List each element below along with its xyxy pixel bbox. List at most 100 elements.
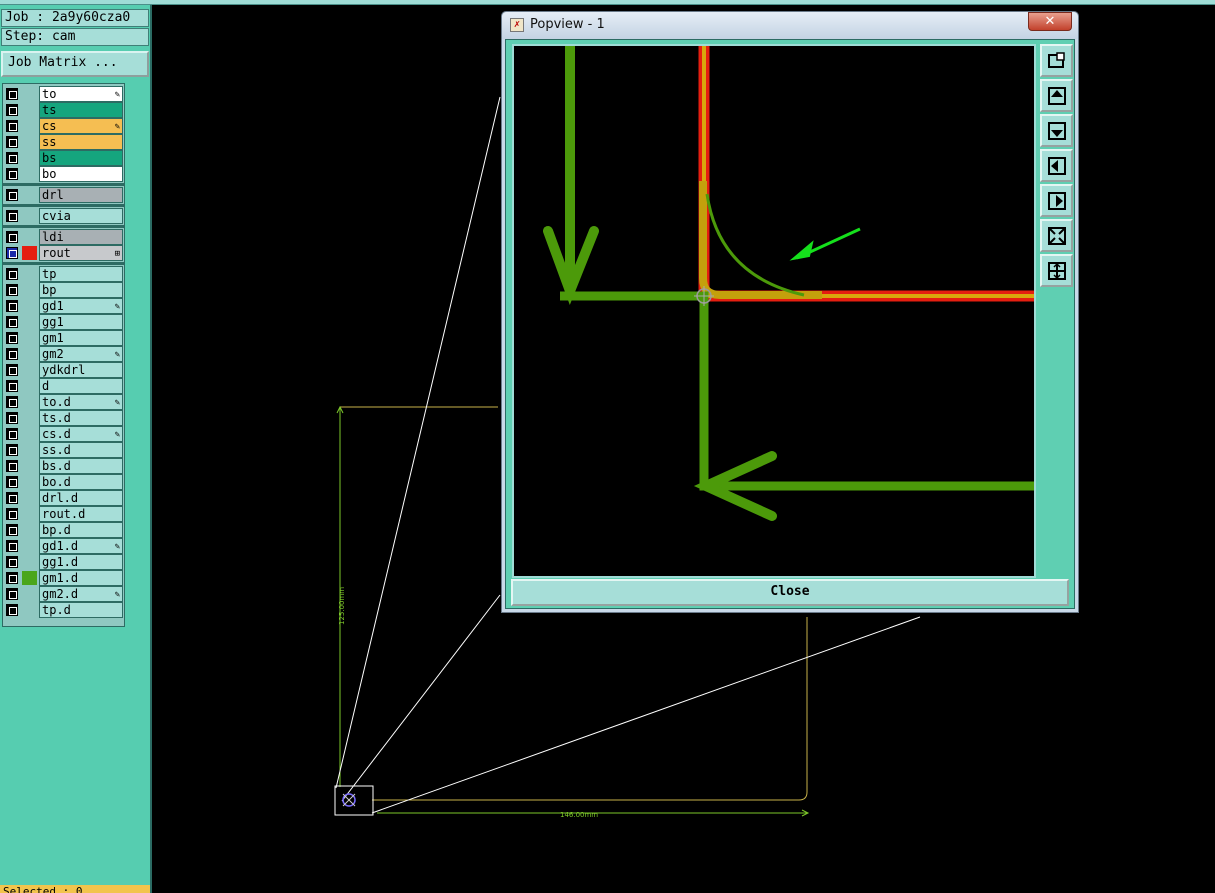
layer-checkbox[interactable] [6, 508, 18, 520]
layer-checkbox[interactable] [6, 604, 18, 616]
layer-checkbox[interactable] [6, 492, 18, 504]
window-close-button[interactable]: ✕ [1028, 12, 1072, 31]
layer-row-to[interactable]: to ✎ [3, 86, 124, 102]
layer-checkbox[interactable] [6, 556, 18, 568]
layer-checkbox[interactable] [6, 88, 18, 100]
layer-name[interactable]: gm1.d [39, 570, 123, 586]
layer-name[interactable]: gm2 ✎ [39, 346, 123, 362]
popview-canvas[interactable] [512, 44, 1036, 578]
layer-row-bs[interactable]: bs [3, 150, 124, 166]
layer-name[interactable]: tp.d [39, 602, 123, 618]
layer-checkbox[interactable] [6, 476, 18, 488]
layer-checkbox[interactable] [6, 460, 18, 472]
layer-row-gg1[interactable]: gg1 [3, 314, 124, 330]
layer-row-cs-d[interactable]: cs.d ✎ [3, 426, 124, 442]
layer-checkbox[interactable] [6, 524, 18, 536]
layer-row-drl-d[interactable]: drl.d [3, 490, 124, 506]
layer-row-gm2-d[interactable]: gm2.d ✎ [3, 586, 124, 602]
layer-row-bo-d[interactable]: bo.d [3, 474, 124, 490]
pan-down-button[interactable] [1040, 114, 1073, 147]
layer-name[interactable]: drl.d [39, 490, 123, 506]
layer-name[interactable]: ts [39, 102, 123, 118]
layer-name[interactable]: gg1.d [39, 554, 123, 570]
layer-row-ss-d[interactable]: ss.d [3, 442, 124, 458]
zoom-in-button[interactable] [1040, 219, 1073, 252]
layer-name[interactable]: ss.d [39, 442, 123, 458]
layer-name[interactable]: rout.d [39, 506, 123, 522]
layer-checkbox[interactable] [6, 332, 18, 344]
layer-checkbox[interactable] [6, 444, 18, 456]
layer-checkbox[interactable] [6, 189, 18, 201]
pan-left-button[interactable] [1040, 149, 1073, 182]
layer-name[interactable]: bo [39, 166, 123, 182]
layer-row-gd1[interactable]: gd1 ✎ [3, 298, 124, 314]
zoom-home-button[interactable] [1040, 44, 1073, 77]
layer-name[interactable]: ydkdrl [39, 362, 123, 378]
layer-row-cs[interactable]: cs ✎ [3, 118, 124, 134]
layer-row-ydkdrl[interactable]: ydkdrl [3, 362, 124, 378]
job-matrix-button[interactable]: Job Matrix ... [1, 51, 149, 77]
layer-checkbox[interactable] [6, 316, 18, 328]
layer-row-ts-d[interactable]: ts.d [3, 410, 124, 426]
layer-checkbox[interactable] [6, 428, 18, 440]
layer-name[interactable]: ts.d [39, 410, 123, 426]
layer-checkbox[interactable] [6, 104, 18, 116]
layer-row-gm2[interactable]: gm2 ✎ [3, 346, 124, 362]
layer-checkbox[interactable] [6, 168, 18, 180]
layer-checkbox[interactable] [6, 268, 18, 280]
layer-checkbox[interactable] [6, 572, 18, 584]
layer-row-ldi[interactable]: ldi [3, 229, 124, 245]
layer-checkbox[interactable] [6, 412, 18, 424]
layer-checkbox[interactable] [6, 152, 18, 164]
layer-checkbox[interactable] [6, 231, 18, 243]
layer-name[interactable]: gg1 [39, 314, 123, 330]
layer-row-to-d[interactable]: to.d ✎ [3, 394, 124, 410]
layer-row-gd1-d[interactable]: gd1.d ✎ [3, 538, 124, 554]
layer-row-bs-d[interactable]: bs.d [3, 458, 124, 474]
layer-checkbox[interactable] [6, 210, 18, 222]
layer-checkbox[interactable] [6, 380, 18, 392]
pan-up-button[interactable] [1040, 79, 1073, 112]
layer-row-gm1[interactable]: gm1 [3, 330, 124, 346]
layer-row-cvia[interactable]: cvia [3, 208, 124, 224]
layer-name[interactable]: d [39, 378, 123, 394]
layer-row-bo[interactable]: bo [3, 166, 124, 182]
layer-row-ts[interactable]: ts [3, 102, 124, 118]
layer-name[interactable]: gd1.d ✎ [39, 538, 123, 554]
layer-name[interactable]: ldi [39, 229, 123, 245]
layer-row-bp-d[interactable]: bp.d [3, 522, 124, 538]
layer-checkbox[interactable] [6, 120, 18, 132]
layer-name[interactable]: gd1 ✎ [39, 298, 123, 314]
layer-name[interactable]: rout ⊞ [39, 245, 123, 261]
layer-checkbox[interactable] [6, 136, 18, 148]
layer-name[interactable]: ss [39, 134, 123, 150]
layer-row-tp-d[interactable]: tp.d [3, 602, 124, 618]
layer-name[interactable]: cvia [39, 208, 123, 224]
layer-row-rout[interactable]: rout ⊞ [3, 245, 124, 261]
layer-checkbox[interactable] [6, 247, 18, 259]
layer-name[interactable]: to ✎ [39, 86, 123, 102]
popview-titlebar[interactable]: ✗ Popview - 1 ✕ [502, 12, 1078, 39]
layer-row-gg1-d[interactable]: gg1.d [3, 554, 124, 570]
layer-checkbox[interactable] [6, 284, 18, 296]
layer-name[interactable]: drl [39, 187, 123, 203]
layer-checkbox[interactable] [6, 540, 18, 552]
layer-row-gm1-d[interactable]: gm1.d [3, 570, 124, 586]
close-button[interactable]: Close [511, 579, 1069, 606]
layer-row-drl[interactable]: drl [3, 187, 124, 203]
layer-name[interactable]: bo.d [39, 474, 123, 490]
layer-row-rout-d[interactable]: rout.d [3, 506, 124, 522]
layer-row-d[interactable]: d [3, 378, 124, 394]
layer-checkbox[interactable] [6, 588, 18, 600]
layer-name[interactable]: bp.d [39, 522, 123, 538]
pan-right-button[interactable] [1040, 184, 1073, 217]
layer-checkbox[interactable] [6, 348, 18, 360]
layer-name[interactable]: to.d ✎ [39, 394, 123, 410]
layer-name[interactable]: gm2.d ✎ [39, 586, 123, 602]
layer-name[interactable]: cs.d ✎ [39, 426, 123, 442]
layer-row-bp[interactable]: bp [3, 282, 124, 298]
layer-name[interactable]: bp [39, 282, 123, 298]
layer-row-ss[interactable]: ss [3, 134, 124, 150]
layer-name[interactable]: gm1 [39, 330, 123, 346]
layer-name[interactable]: bs [39, 150, 123, 166]
